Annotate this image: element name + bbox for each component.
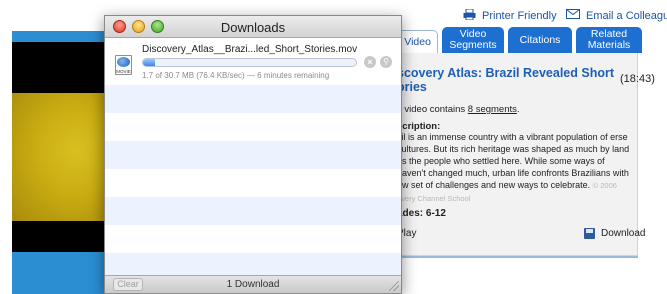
list-stripe <box>105 113 401 141</box>
downloads-list[interactable]: MOVIE Discovery_Atlas__Brazi...led_Short… <box>105 39 401 275</box>
list-stripe <box>105 169 401 197</box>
download-filename: Discovery_Atlas__Brazi...led_Short_Stori… <box>142 44 358 55</box>
list-stripe <box>105 197 401 225</box>
tab-citations[interactable]: Citations <box>508 27 572 53</box>
description-text: zil is an immense country with a vibrant… <box>397 132 630 203</box>
list-stripe <box>105 253 401 275</box>
video-duration: (18:43) <box>620 73 655 85</box>
download-progress-bar <box>142 58 357 67</box>
download-count: 1 Download <box>226 279 280 290</box>
info-panel-divider <box>392 256 638 258</box>
stop-download-button[interactable]: × <box>364 56 376 68</box>
envelope-icon <box>566 9 580 22</box>
downloads-titlebar[interactable]: Downloads <box>105 16 401 38</box>
download-label: Download <box>601 228 646 239</box>
list-stripe <box>105 225 401 253</box>
download-status: 1.7 of 30.7 MB (76.4 KB/sec) — 6 minutes… <box>142 71 330 80</box>
printer-friendly-label: Printer Friendly <box>482 10 557 22</box>
resize-grip[interactable] <box>389 281 399 291</box>
list-stripe <box>105 85 401 113</box>
tab-video-segments[interactable]: Video Segments <box>442 27 504 53</box>
printer-friendly-link[interactable]: Printer Friendly <box>463 8 557 23</box>
download-progress-fill <box>143 59 155 66</box>
list-stripe <box>105 141 401 169</box>
email-colleague-label: Email a Colleague <box>586 9 667 22</box>
tab-video-segments-label: Video Segments <box>449 28 497 51</box>
tab-related-materials-label: Related Materials <box>587 28 631 51</box>
floppy-disk-icon <box>584 228 595 239</box>
tab-full-video-label: l Video <box>399 35 431 48</box>
downloads-window: Downloads MOVIE Discovery_Atlas__Brazi..… <box>104 15 402 294</box>
video-frame-image <box>12 93 117 221</box>
email-colleague-link[interactable]: Email a Colleague <box>566 9 667 22</box>
segments-summary: s video contains 8 segments. <box>397 104 520 115</box>
grades-label: ades: 6-12 <box>397 208 446 219</box>
printer-icon <box>463 8 476 23</box>
download-item[interactable]: MOVIE Discovery_Atlas__Brazi...led_Short… <box>105 39 401 85</box>
download-button[interactable]: Download <box>584 228 645 239</box>
downloads-title: Downloads <box>220 20 286 35</box>
file-icon-caption: MOVIE <box>116 69 131 74</box>
downloads-footer: Clear 1 Download <box>105 275 401 293</box>
reveal-in-finder-button[interactable]: ⚲ <box>380 56 392 68</box>
video-title: scovery Atlas: Brazil Revealed Short orie… <box>397 66 614 94</box>
segments-link[interactable]: 8 segments <box>468 104 517 115</box>
quicktime-movie-icon: MOVIE <box>115 55 132 75</box>
tab-citations-label: Citations <box>519 33 561 46</box>
tab-related-materials[interactable]: Related Materials <box>576 27 642 53</box>
